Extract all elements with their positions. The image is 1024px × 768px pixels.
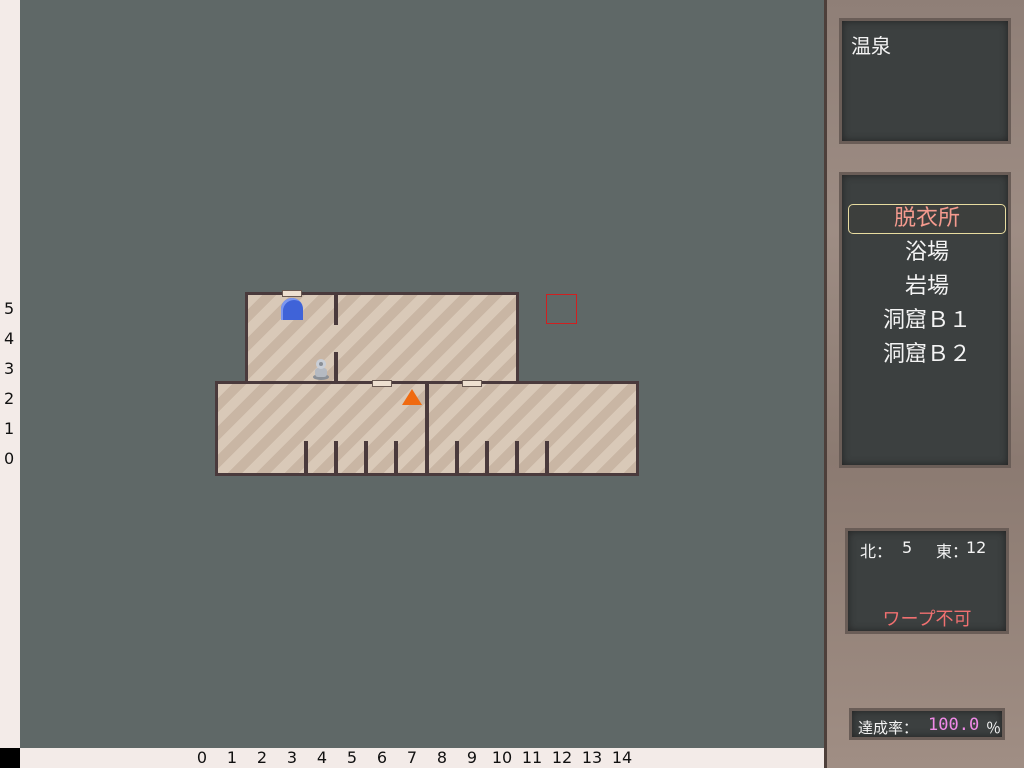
stone-statue-icon xyxy=(313,359,329,380)
col-label-9: 9 xyxy=(466,748,478,767)
map-wall xyxy=(485,441,489,473)
map-door xyxy=(372,380,392,387)
col-label-14: 14 xyxy=(611,748,633,767)
area-name-box: 温泉 xyxy=(839,18,1011,144)
floor-item-dressing-room[interactable]: 脱衣所 xyxy=(848,204,1006,234)
col-label-1: 1 xyxy=(226,748,238,767)
col-label-7: 7 xyxy=(406,748,418,767)
floor-item-bath[interactable]: 浴場 xyxy=(848,238,1006,268)
map-wall xyxy=(545,441,549,473)
completion-box: 達成率： 100.0 ％ xyxy=(849,708,1005,740)
col-label-12: 12 xyxy=(551,748,573,767)
floor-item-rocks[interactable]: 岩場 xyxy=(848,272,1006,302)
floor-item-cave-b1[interactable]: 洞窟Ｂ１ xyxy=(848,306,1006,336)
player-position-icon xyxy=(402,389,422,405)
col-label-8: 8 xyxy=(436,748,448,767)
map-wall xyxy=(304,441,308,473)
row-ruler: 5 4 3 2 1 0 xyxy=(0,0,20,748)
row-label-5: 5 xyxy=(4,299,15,318)
col-label-3: 3 xyxy=(286,748,298,767)
blue-arch-door-icon xyxy=(281,298,303,320)
row-label-2: 2 xyxy=(4,389,15,408)
coordinates-box: 北： 5 東： 12 ワープ不可 xyxy=(845,528,1009,634)
row-label-1: 1 xyxy=(4,419,15,438)
col-label-0: 0 xyxy=(196,748,208,767)
warp-status: ワープ不可 xyxy=(882,609,972,630)
map-door xyxy=(282,290,302,297)
map-door xyxy=(462,380,482,387)
row-label-3: 3 xyxy=(4,359,15,378)
col-label-10: 10 xyxy=(491,748,513,767)
map-wall xyxy=(334,352,338,382)
completion-label: 達成率： xyxy=(858,719,919,737)
col-label-11: 11 xyxy=(521,748,543,767)
ruler-corner xyxy=(0,748,20,768)
map-wall xyxy=(364,441,368,473)
completion-value: 100.0 xyxy=(928,715,980,735)
map-wall xyxy=(455,441,459,473)
east-label: 東： xyxy=(936,542,969,561)
row-label-0: 0 xyxy=(4,449,15,468)
row-label-4: 4 xyxy=(4,329,15,348)
col-label-4: 4 xyxy=(316,748,328,767)
floor-list: 脱衣所 浴場 岩場 洞窟Ｂ１ 洞窟Ｂ２ xyxy=(839,172,1011,468)
east-value: 12 xyxy=(966,538,987,557)
col-label-13: 13 xyxy=(581,748,603,767)
col-label-5: 5 xyxy=(346,748,358,767)
col-label-2: 2 xyxy=(256,748,268,767)
map-wall xyxy=(334,295,338,325)
north-value: 5 xyxy=(902,538,913,557)
map-wall xyxy=(515,441,519,473)
map-wall xyxy=(394,441,398,473)
side-panel: 温泉 脱衣所 浴場 岩場 洞窟Ｂ１ 洞窟Ｂ２ 北： 5 東： 12 ワープ不可 … xyxy=(824,0,1024,768)
map-cursor-target xyxy=(546,294,577,324)
area-name: 温泉 xyxy=(851,34,891,58)
completion-unit: ％ xyxy=(986,719,1002,737)
map-wall xyxy=(425,384,429,473)
floor-item-cave-b2[interactable]: 洞窟Ｂ２ xyxy=(848,340,1006,370)
map-wall xyxy=(334,441,338,473)
north-label: 北： xyxy=(860,542,893,561)
col-label-6: 6 xyxy=(376,748,388,767)
